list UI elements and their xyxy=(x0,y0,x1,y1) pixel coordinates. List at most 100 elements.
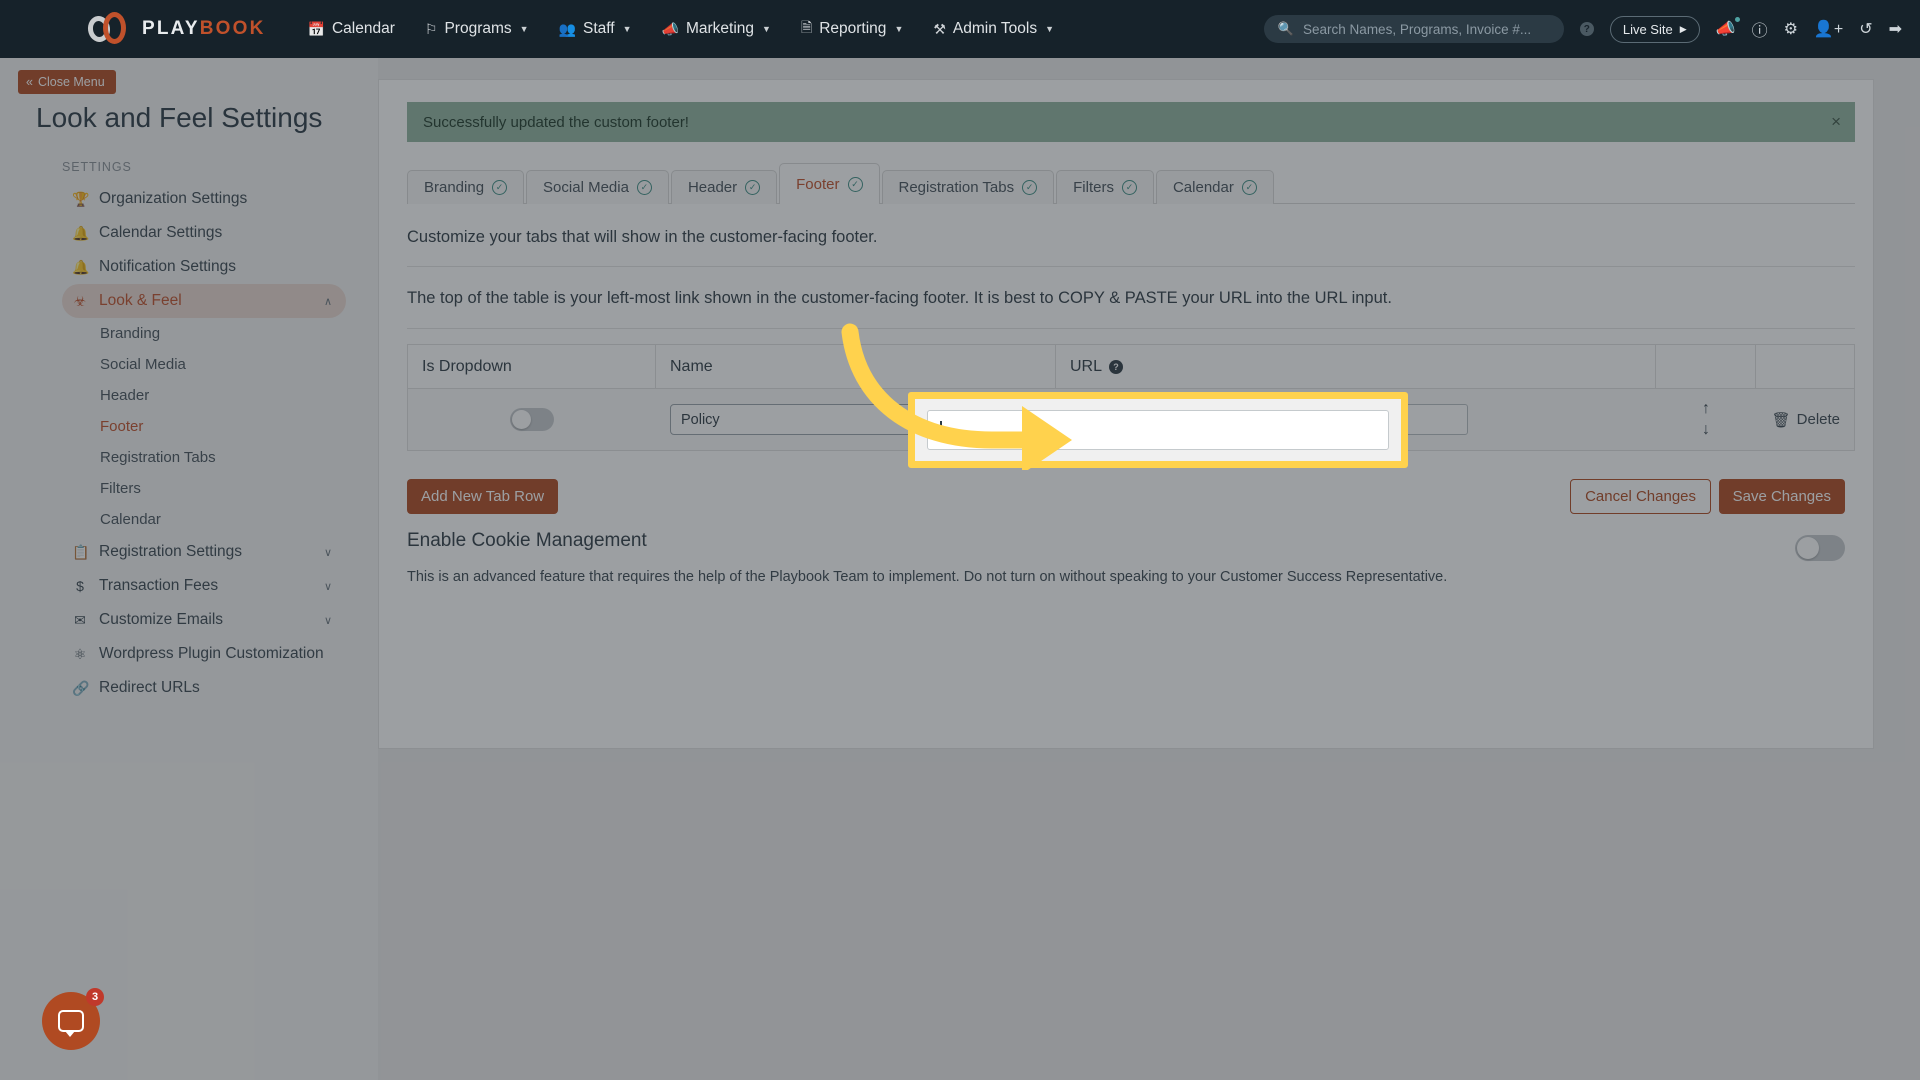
column-header-name: Name xyxy=(656,345,1056,388)
wordpress-icon: ⚛ xyxy=(73,645,87,662)
chat-bubble-icon xyxy=(58,1010,84,1037)
sidebar-item-label: Organization Settings xyxy=(99,190,248,207)
sidebar-item-label: Look & Feel xyxy=(99,292,182,309)
sidebar-item-transaction-fees[interactable]: $ Transaction Fees ∨ xyxy=(62,569,346,603)
tab-label: Footer xyxy=(796,175,840,193)
playbook-logo[interactable]: PLAYBOOK xyxy=(86,12,266,46)
sidebar-item-label: Registration Settings xyxy=(99,543,243,560)
check-circle-icon: ✓ xyxy=(1121,180,1137,195)
table-header-row: Is Dropdown Name URL ? xyxy=(407,344,1855,389)
nav-item-staff[interactable]: 👥 Staff ▼ xyxy=(559,20,632,38)
search-help-icon[interactable]: ? xyxy=(1579,22,1594,36)
chevron-down-icon: ▼ xyxy=(1045,24,1054,34)
nav-item-programs[interactable]: ⚐ Programs ▼ xyxy=(425,20,529,38)
sidebar-item-label: Wordpress Plugin Customization xyxy=(99,645,324,662)
sidebar-subitem-filters[interactable]: Filters xyxy=(96,473,346,504)
announcement-icon[interactable]: 📣 xyxy=(1716,17,1740,39)
success-alert: Successfully updated the custom footer! … xyxy=(407,102,1855,142)
close-menu-label: Close Menu xyxy=(37,75,105,89)
sidebar-subitem-registration-tabs[interactable]: Registration Tabs xyxy=(96,442,346,473)
tab-label: Filters xyxy=(1073,179,1114,196)
close-menu-button[interactable]: « Close Menu xyxy=(18,70,116,94)
sidebar-subitem-social-media[interactable]: Social Media xyxy=(96,349,346,380)
tab-social-media[interactable]: Social Media ✓ xyxy=(526,170,669,204)
settings-sidebar: « Close Menu Look and Feel Settings SETT… xyxy=(0,58,378,1080)
megaphone-icon: 📣 xyxy=(661,20,679,37)
add-user-icon[interactable]: 👤+ xyxy=(1814,19,1843,39)
nav-item-marketing[interactable]: 📣 Marketing ▼ xyxy=(662,20,771,38)
sidebar-item-redirect-urls[interactable]: 🔗 Redirect URLs xyxy=(62,671,346,705)
sidebar-item-calendar-settings[interactable]: 🔔 Calendar Settings xyxy=(62,216,346,250)
tab-calendar[interactable]: Calendar ✓ xyxy=(1155,170,1274,204)
live-site-label: Live Site xyxy=(1622,21,1673,37)
enable-cookie-management-toggle[interactable] xyxy=(1795,535,1845,561)
is-dropdown-toggle[interactable] xyxy=(510,408,554,431)
brand-wordmark: PLAYBOOK xyxy=(142,18,266,40)
chevron-up-icon: ∧ xyxy=(323,295,332,308)
sidebar-item-wordpress-plugin-customization[interactable]: ⚛ Wordpress Plugin Customization xyxy=(62,637,346,671)
tab-footer[interactable]: Footer ✓ xyxy=(779,163,880,204)
help-icon[interactable]: ? xyxy=(1109,359,1124,374)
chevron-down-icon: ▼ xyxy=(622,24,632,34)
add-new-tab-row-button[interactable]: Add New Tab Row xyxy=(407,479,559,514)
nav-item-reporting[interactable]: 🗎 Reporting ▼ xyxy=(801,17,903,41)
close-icon[interactable]: × xyxy=(1831,112,1841,132)
move-up-icon[interactable]: ↑ xyxy=(1702,400,1710,418)
top-navigation-bar: PLAYBOOK 📅 Calendar ⚐ Programs ▼ 👥 Staff… xyxy=(0,0,1920,58)
tab-header[interactable]: Header ✓ xyxy=(670,170,778,204)
users-icon: 👥 xyxy=(558,20,576,37)
url-input-highlight[interactable] xyxy=(908,392,1408,468)
nav-item-calendar[interactable]: 📅 Calendar xyxy=(308,20,395,38)
nav-right-cluster: 🔍 Search Names, Programs, Invoice #... ?… xyxy=(1263,0,1902,58)
nav-item-admin-tools[interactable]: ⚒ Admin Tools ▼ xyxy=(933,20,1054,38)
check-circle-icon: ✓ xyxy=(847,176,863,192)
sidebar-subitem-header[interactable]: Header xyxy=(96,380,346,411)
tab-label: Branding xyxy=(424,179,485,196)
balloon-icon: ☣ xyxy=(73,292,87,309)
tab-label: Calendar xyxy=(1172,179,1234,196)
nav-label: Calendar xyxy=(331,20,395,37)
playbook-mark-icon xyxy=(86,12,132,46)
logout-icon[interactable]: ➡ xyxy=(1889,19,1902,39)
cancel-changes-button[interactable]: Cancel Changes xyxy=(1570,479,1711,514)
cookie-management-title: Enable Cookie Management xyxy=(407,530,647,551)
help-circle-icon[interactable]: ⓘ xyxy=(1752,17,1768,41)
search-icon: 🔍 xyxy=(1277,21,1295,36)
bell-icon: 🔔 xyxy=(72,224,90,241)
sidebar-subitem-calendar[interactable]: Calendar xyxy=(96,504,346,535)
alert-message: Successfully updated the custom footer! xyxy=(423,113,689,131)
tab-branding[interactable]: Branding ✓ xyxy=(407,170,525,204)
sidebar-item-registration-settings[interactable]: 📋 Registration Settings ∨ xyxy=(62,535,346,569)
chevron-down-icon: ∨ xyxy=(323,614,332,627)
app-root: PLAYBOOK 📅 Calendar ⚐ Programs ▼ 👥 Staff… xyxy=(0,0,1920,1080)
dollar-icon: $ xyxy=(76,578,84,594)
calendar-icon: 📅 xyxy=(307,20,325,37)
nav-label: Staff xyxy=(583,20,615,37)
link-icon: 🔗 xyxy=(72,679,90,696)
delete-row-button[interactable]: 🗑 Delete xyxy=(1772,411,1840,429)
nav-label: Admin Tools xyxy=(952,20,1038,37)
sidebar-subitem-branding[interactable]: Branding xyxy=(96,318,346,349)
chevron-down-icon: ▼ xyxy=(519,24,529,34)
chat-widget-button[interactable]: 3 xyxy=(42,988,104,1050)
double-chevron-left-icon: « xyxy=(26,75,33,89)
gear-icon[interactable]: ⚙ xyxy=(1784,19,1798,39)
url-input-focused[interactable] xyxy=(927,410,1389,450)
move-down-icon[interactable]: ↓ xyxy=(1702,421,1710,439)
save-changes-button[interactable]: Save Changes xyxy=(1718,479,1845,514)
history-icon[interactable]: ↺ xyxy=(1859,19,1872,39)
cell-actions: 🗑 Delete xyxy=(1756,389,1854,450)
sidebar-item-notification-settings[interactable]: 🔔 Notification Settings xyxy=(62,250,346,284)
chevron-down-icon: ∨ xyxy=(323,580,332,593)
check-circle-icon: ✓ xyxy=(492,180,508,195)
sidebar-subitem-footer[interactable]: Footer xyxy=(96,411,346,442)
sidebar-item-customize-emails[interactable]: ✉ Customize Emails ∨ xyxy=(62,603,346,637)
live-site-button[interactable]: Live Site ▶ xyxy=(1609,15,1700,43)
global-search[interactable]: 🔍 Search Names, Programs, Invoice #... xyxy=(1263,15,1564,43)
tab-registration-tabs[interactable]: Registration Tabs ✓ xyxy=(881,170,1055,204)
sidebar-item-label: Customize Emails xyxy=(99,611,224,628)
document-icon: 🗎 xyxy=(800,19,813,35)
tab-filters[interactable]: Filters ✓ xyxy=(1056,170,1154,204)
sidebar-item-look-and-feel[interactable]: ☣ Look & Feel ∧ xyxy=(62,284,346,318)
sidebar-item-organization-settings[interactable]: 🏆 Organization Settings xyxy=(62,182,346,216)
